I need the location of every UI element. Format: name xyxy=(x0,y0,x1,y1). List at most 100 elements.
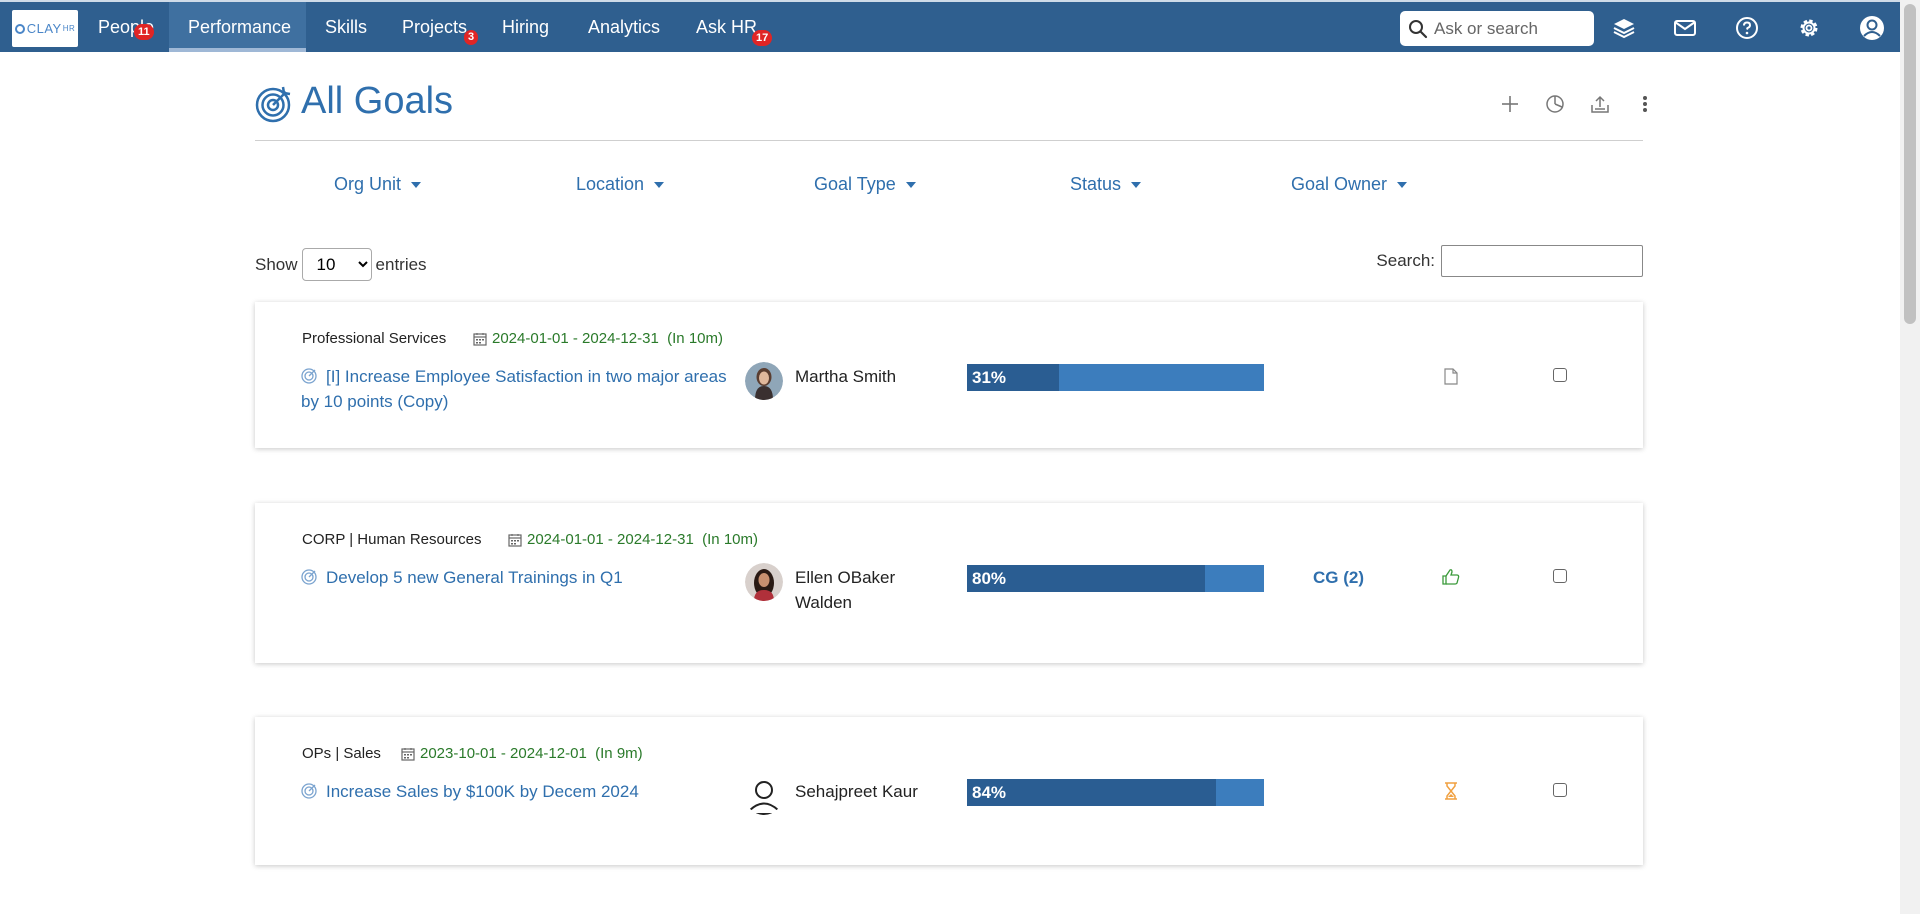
goal-title-link[interactable]: Develop 5 new General Trainings in Q1 xyxy=(301,565,731,590)
nav-ask-hr[interactable]: Ask HR 17 xyxy=(696,2,773,52)
title-row: All Goals xyxy=(255,78,1647,138)
clayhr-logo[interactable]: CLAY HR xyxy=(12,10,78,47)
table-search-input[interactable] xyxy=(1441,245,1643,277)
goal-progress-label: 80% xyxy=(972,569,1007,588)
table-search: Search: xyxy=(1376,245,1643,277)
caret-down-icon xyxy=(1397,182,1408,189)
hourglass-icon[interactable] xyxy=(1441,780,1461,802)
goal-card: Professional Services 2024-01-01 - 2024-… xyxy=(255,302,1643,448)
goal-title: Develop 5 new General Trainings in Q1 xyxy=(326,568,623,587)
goal-progress-label: 31% xyxy=(972,368,1007,387)
notification-badge: 3 xyxy=(464,30,478,45)
page: CLAY HR People 11 Performance Skills Proj… xyxy=(0,0,1920,914)
global-search-box[interactable] xyxy=(1400,11,1594,46)
nav-label: Ask HR xyxy=(696,17,758,37)
nav-people[interactable]: People 11 xyxy=(98,2,154,52)
caret-down-icon xyxy=(1131,182,1142,189)
layers-icon[interactable] xyxy=(1611,15,1637,41)
owner-avatar xyxy=(745,563,783,601)
goal-select-checkbox[interactable] xyxy=(1553,569,1567,583)
filter-label: Goal Owner xyxy=(1291,174,1388,194)
nav-label: Projects xyxy=(402,17,468,37)
goal-card: CORP | Human Resources 2024-01-01 - 2024… xyxy=(255,503,1643,663)
nav-label: Skills xyxy=(325,17,368,37)
document-icon[interactable] xyxy=(1441,365,1461,387)
logo-suffix: HR xyxy=(62,24,76,33)
pie-chart-icon[interactable] xyxy=(1543,92,1567,116)
thumbs-up-icon[interactable] xyxy=(1441,566,1461,588)
goal-due: (In 10m) xyxy=(667,330,723,347)
goal-owner-name: Martha Smith xyxy=(795,367,897,386)
child-goals-link[interactable]: CG (2) xyxy=(1313,565,1364,590)
goal-date-range: 2024-01-01 - 2024-12-31 (In 10m) xyxy=(473,330,723,347)
search-icon xyxy=(1409,19,1428,38)
goal-due: (In 9m) xyxy=(595,745,643,762)
filter-label: Org Unit xyxy=(334,174,402,194)
filter-label: Status xyxy=(1070,174,1122,194)
owner-avatar xyxy=(745,362,783,400)
scrollbar-thumb[interactable] xyxy=(1904,4,1916,324)
help-icon[interactable] xyxy=(1734,15,1760,41)
nav-label: Analytics xyxy=(588,17,661,37)
nav-label: Hiring xyxy=(502,17,550,37)
caret-down-icon xyxy=(654,182,665,189)
goal-card: OPs | Sales 2023-10-01 - 2024-12-01 (In … xyxy=(255,717,1643,865)
top-navbar: CLAY HR People 11 Performance Skills Proj… xyxy=(0,0,1900,52)
goal-select-checkbox[interactable] xyxy=(1553,783,1567,797)
default-user-icon xyxy=(745,777,783,815)
page-scrollbar[interactable] xyxy=(1900,0,1920,914)
nav-hiring[interactable]: Hiring xyxy=(502,2,549,52)
filter-goal-type[interactable]: Goal Type xyxy=(814,174,916,195)
goal-select-checkbox[interactable] xyxy=(1553,368,1567,382)
nav-skills[interactable]: Skills xyxy=(325,2,367,52)
goal-date-range: 2024-01-01 - 2024-12-31 (In 10m) xyxy=(508,531,758,548)
filter-goal-owner[interactable]: Goal Owner xyxy=(1291,174,1408,195)
mail-icon[interactable] xyxy=(1672,15,1698,41)
goal-title-link[interactable]: Increase Sales by $100K by Decem 2024 xyxy=(301,779,731,804)
show-label: Show xyxy=(255,254,298,274)
nav-analytics[interactable]: Analytics xyxy=(588,2,660,52)
filter-location[interactable]: Location xyxy=(576,174,665,195)
calendar-icon xyxy=(508,533,522,547)
logo-text: CLAY xyxy=(26,21,62,36)
goal-org-unit: OPs | Sales xyxy=(302,745,381,762)
gear-icon[interactable] xyxy=(1796,15,1822,41)
goal-title: Increase Sales by $100K by Decem 2024 xyxy=(326,782,639,801)
nav-label: Performance xyxy=(188,17,292,37)
goal-due: (In 10m) xyxy=(702,531,758,548)
target-icon xyxy=(255,86,291,123)
more-vertical-icon[interactable] xyxy=(1633,92,1657,116)
filter-label: Goal Type xyxy=(814,174,896,194)
goal-owner-name: Sehajpreet Kaur xyxy=(795,782,918,801)
global-search-input[interactable] xyxy=(1434,18,1584,39)
add-icon[interactable] xyxy=(1498,92,1522,116)
goal-title: [I] Increase Employee Satisfaction in tw… xyxy=(301,367,727,411)
goal-title-link[interactable]: [I] Increase Employee Satisfaction in tw… xyxy=(301,364,731,414)
filter-label: Location xyxy=(576,174,645,194)
goal-date-range: 2023-10-01 - 2024-12-01 (In 9m) xyxy=(401,745,643,762)
goal-org-unit: Professional Services xyxy=(302,330,447,347)
goal-org-unit: CORP | Human Resources xyxy=(302,531,482,548)
nav-projects[interactable]: Projects 3 xyxy=(402,2,478,52)
goal-owner-name: Ellen OBaker Walden xyxy=(795,568,896,612)
notification-badge: 11 xyxy=(134,24,154,40)
calendar-icon xyxy=(401,747,415,761)
title-divider xyxy=(255,140,1643,141)
goal-target-icon xyxy=(301,569,317,585)
export-icon[interactable] xyxy=(1588,92,1612,116)
nav-performance[interactable]: Performance xyxy=(169,2,306,52)
goal-progress-bar: 80% xyxy=(967,565,1264,592)
goal-progress-bar: 84% xyxy=(967,779,1264,806)
page-title: All Goals xyxy=(301,80,454,122)
filter-org-unit[interactable]: Org Unit xyxy=(334,174,422,195)
entries-label: entries xyxy=(375,254,427,274)
goal-progress-bar: 31% xyxy=(967,364,1264,391)
goal-dates: 2024-01-01 - 2024-12-31 xyxy=(527,531,694,548)
calendar-icon xyxy=(473,332,487,346)
entries-length-control: Show 102550100 entries xyxy=(255,248,427,281)
filter-status[interactable]: Status xyxy=(1070,174,1142,195)
goal-dates: 2023-10-01 - 2024-12-01 xyxy=(420,745,587,762)
user-profile-icon[interactable] xyxy=(1859,15,1885,41)
goal-target-icon xyxy=(301,783,317,799)
page-size-select[interactable]: 102550100 xyxy=(301,248,372,281)
